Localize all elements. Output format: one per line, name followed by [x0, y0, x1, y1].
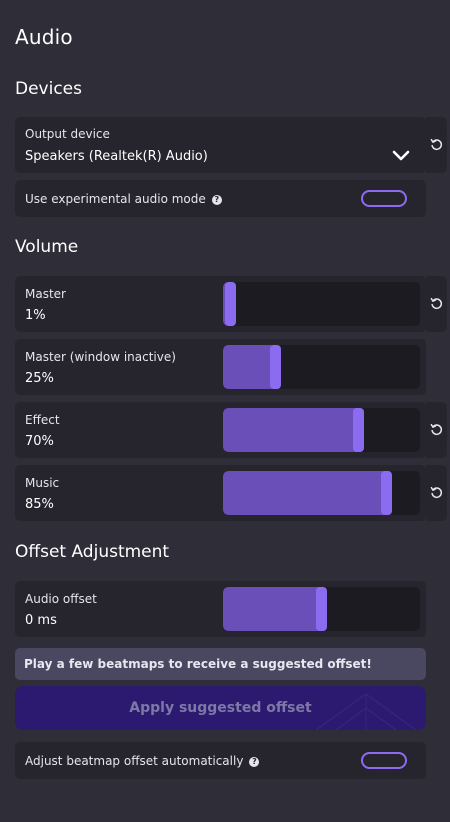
effect-volume-row: Effect 70%: [15, 402, 426, 458]
button-decoration: [315, 693, 417, 730]
music-volume-nub[interactable]: [381, 471, 392, 515]
music-volume-revert-button[interactable]: [426, 465, 447, 521]
audio-offset-fill: [223, 587, 322, 631]
experimental-mode-row: Use experimental audio mode?: [15, 180, 426, 217]
master-volume-row: Master 1%: [15, 276, 426, 332]
revert-icon: [430, 421, 443, 440]
audio-offset-nub[interactable]: [316, 587, 327, 631]
auto-adjust-offset-row: Adjust beatmap offset automatically?: [15, 742, 426, 779]
master-inactive-volume-nub[interactable]: [270, 345, 281, 389]
auto-adjust-offset-toggle[interactable]: [361, 752, 407, 769]
help-circle-icon[interactable]: ?: [211, 194, 222, 205]
music-volume-value: 85%: [25, 497, 54, 512]
section-title-volume: Volume: [15, 237, 79, 257]
audio-offset-slider[interactable]: [223, 587, 420, 631]
master-inactive-volume-label: Master (window inactive): [25, 350, 176, 364]
music-volume-slider[interactable]: [223, 471, 420, 515]
master-inactive-volume-row: Master (window inactive) 25%: [15, 339, 426, 395]
apply-suggested-offset-button[interactable]: Apply suggested offset: [15, 686, 426, 730]
revert-icon: [430, 484, 443, 503]
music-volume-fill: [223, 471, 387, 515]
experimental-mode-label: Use experimental audio mode: [25, 192, 206, 206]
apply-suggested-offset-label: Apply suggested offset: [129, 700, 312, 716]
master-volume-value: 1%: [25, 308, 46, 323]
output-device-value: Speakers (Realtek(R) Audio): [25, 149, 208, 164]
auto-adjust-offset-label: Adjust beatmap offset automatically: [25, 754, 244, 768]
master-volume-revert-button[interactable]: [426, 276, 447, 332]
master-volume-slider[interactable]: [223, 282, 420, 326]
effect-volume-label: Effect: [25, 413, 60, 427]
output-device-revert-button[interactable]: [426, 117, 447, 173]
effect-volume-revert-button[interactable]: [426, 402, 447, 458]
output-device-dropdown[interactable]: Output device Speakers (Realtek(R) Audio…: [15, 117, 426, 173]
chevron-down-icon: [392, 147, 410, 166]
effect-volume-nub[interactable]: [353, 408, 364, 452]
audio-offset-row: Audio offset 0 ms: [15, 581, 426, 637]
suggested-offset-notice: Play a few beatmaps to receive a suggest…: [15, 648, 426, 680]
audio-offset-label: Audio offset: [25, 592, 97, 606]
section-title-devices: Devices: [15, 79, 82, 99]
master-volume-label: Master: [25, 287, 66, 301]
music-volume-row: Music 85%: [15, 465, 426, 521]
master-inactive-volume-value: 25%: [25, 371, 54, 386]
master-inactive-volume-fill: [223, 345, 276, 389]
music-volume-label: Music: [25, 476, 60, 490]
master-inactive-volume-slider[interactable]: [223, 345, 420, 389]
audio-offset-value: 0 ms: [25, 613, 57, 628]
master-volume-nub[interactable]: [225, 282, 236, 326]
output-device-label: Output device: [25, 127, 110, 141]
effect-volume-value: 70%: [25, 434, 54, 449]
revert-icon: [430, 295, 443, 314]
effect-volume-fill: [223, 408, 359, 452]
experimental-mode-toggle[interactable]: [361, 190, 407, 207]
revert-icon: [430, 136, 443, 155]
page-title: Audio: [15, 25, 73, 49]
section-title-offset: Offset Adjustment: [15, 542, 170, 562]
effect-volume-slider[interactable]: [223, 408, 420, 452]
help-circle-icon[interactable]: ?: [249, 756, 260, 767]
